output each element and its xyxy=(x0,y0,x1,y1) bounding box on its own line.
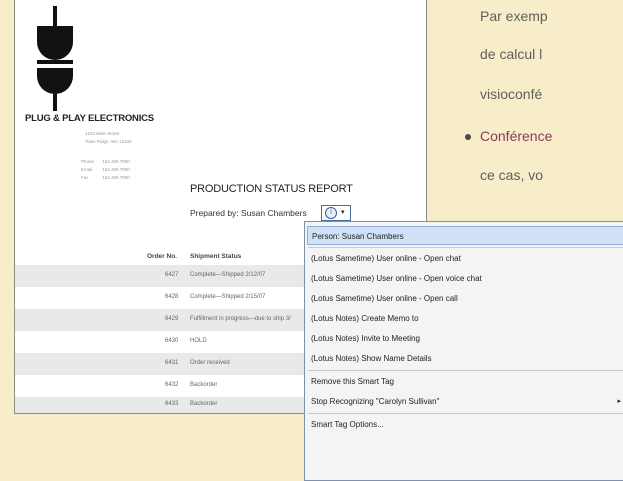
order-number: 6430 xyxy=(165,338,179,344)
smart-tag-menu: Person: Susan Chambers (Lotus Sametime) … xyxy=(304,221,623,481)
order-number: 6429 xyxy=(165,316,179,322)
menu-item-create-memo[interactable]: (Lotus Notes) Create Memo to xyxy=(307,309,623,328)
contact-email: Email 123.456.7890 xyxy=(81,167,130,172)
french-text-line-5: ce cas, vo xyxy=(480,167,544,183)
french-text-line-3: visioconfé xyxy=(480,86,543,102)
menu-item-invite-meeting[interactable]: (Lotus Notes) Invite to Meeting xyxy=(307,329,623,348)
menu-item-label: Stop Recognizing "Carolyn Sullivan" xyxy=(311,397,440,406)
menu-item-stop-recognizing[interactable]: Stop Recognizing "Carolyn Sullivan" ▸ xyxy=(307,392,623,411)
menu-item-smart-tag-options[interactable]: Smart Tag Options... xyxy=(307,415,623,434)
column-header-order: Order No. xyxy=(147,253,177,260)
contact-value: 123.456.7890 xyxy=(102,159,130,164)
menu-item-show-name-details[interactable]: (Lotus Notes) Show Name Details xyxy=(307,349,623,368)
order-number: 6432 xyxy=(165,382,179,388)
report-title: PRODUCTION STATUS REPORT xyxy=(190,183,353,195)
smart-tag-info-icon: i xyxy=(325,207,337,219)
address-line-1: 1234 Main Street xyxy=(85,131,120,136)
contact-phone: Phone 123.456.7890 xyxy=(81,159,130,164)
french-text-line-2: de calcul l xyxy=(480,46,543,62)
column-header-status: Shipment Status xyxy=(190,253,242,260)
menu-item-remove-smart-tag[interactable]: Remove this Smart Tag xyxy=(307,372,623,391)
menu-item-person[interactable]: Person: Susan Chambers xyxy=(307,226,623,245)
order-number: 6433 xyxy=(165,401,179,407)
smart-tag-button[interactable]: i ▾ xyxy=(321,205,351,221)
contact-label: Phone xyxy=(81,159,95,164)
shipment-status: Backorder xyxy=(190,382,218,388)
chevron-down-icon: ▾ xyxy=(341,209,345,216)
shipment-status: Complete—Shipped 2/15/07 xyxy=(190,294,266,300)
menu-divider xyxy=(308,413,623,414)
order-number: 6427 xyxy=(165,272,179,278)
shipment-status: Complete—Shipped 2/12/07 xyxy=(190,272,266,278)
menu-item-open-call[interactable]: (Lotus Sametime) User online - Open call xyxy=(307,289,623,308)
shipment-status: Backorder xyxy=(190,401,218,407)
order-number: 6431 xyxy=(165,360,179,366)
order-number: 6428 xyxy=(165,294,179,300)
menu-divider xyxy=(308,247,623,248)
plug-logo-icon xyxy=(37,6,73,111)
shipment-status: Order received xyxy=(190,360,230,366)
contact-label: Email xyxy=(81,167,93,172)
contact-value: 123.456.7890 xyxy=(102,175,130,180)
contact-value: 123.456.7890 xyxy=(102,167,130,172)
contact-fax: Fax 123.456.7890 xyxy=(81,175,130,180)
menu-divider xyxy=(308,370,623,371)
address-line-2: Town Ridge, WA 12345 xyxy=(85,139,132,144)
prepared-by: Prepared by: Susan Chambers xyxy=(190,208,307,218)
company-name: PLUG & PLAY ELECTRONICS xyxy=(25,113,154,124)
shipment-status: Fulfillment in progress—due to ship 3/ xyxy=(190,316,291,322)
contact-label: Fax xyxy=(81,175,89,180)
chevron-right-icon: ▸ xyxy=(617,398,621,405)
bullet-icon xyxy=(465,134,471,140)
french-bullet-heading: Conférence xyxy=(480,128,553,144)
menu-item-open-voice-chat[interactable]: (Lotus Sametime) User online - Open voic… xyxy=(307,269,623,288)
french-text-line-1: Par exemp xyxy=(480,8,548,24)
menu-item-open-chat[interactable]: (Lotus Sametime) User online - Open chat xyxy=(307,249,623,268)
shipment-status: HOLD xyxy=(190,338,207,344)
